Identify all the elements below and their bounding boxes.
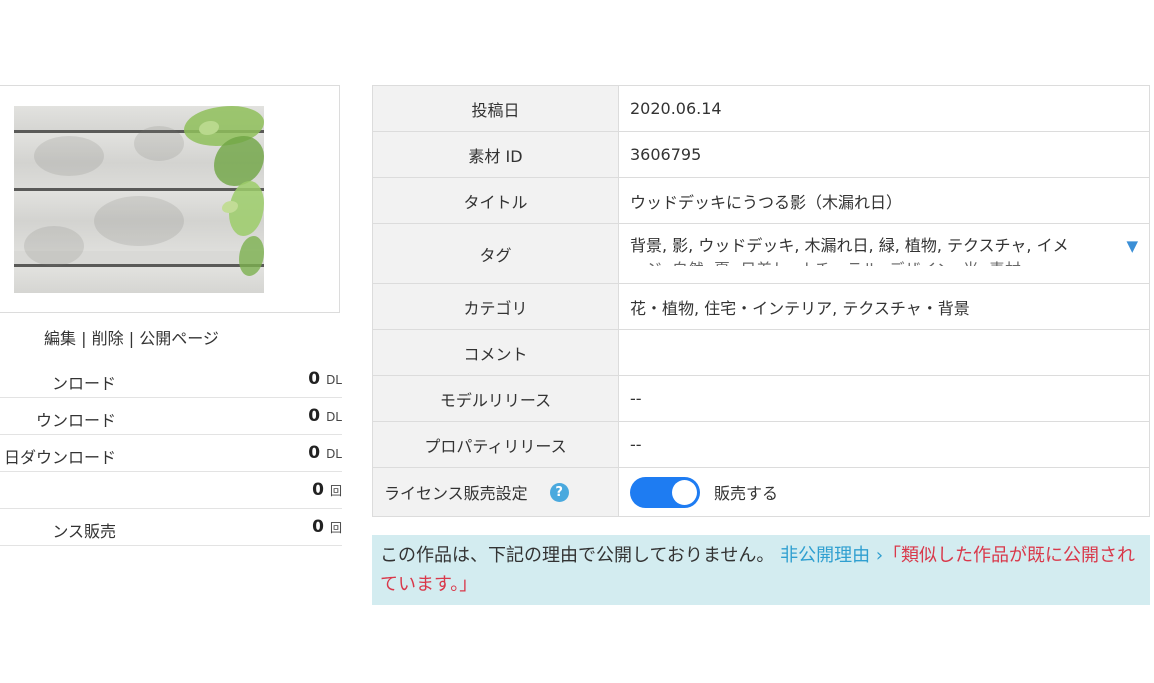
expand-tags-icon[interactable]: ▼ bbox=[1126, 237, 1138, 255]
category-value: 花・植物, 住宅・インテリア, テクスチャ・背景 bbox=[618, 283, 1150, 330]
property-release-value: -- bbox=[618, 421, 1150, 468]
private-notice: この作品は、下記の理由で公開しておりません。 非公開理由 ›「類似した作品が既に… bbox=[372, 535, 1150, 605]
private-reason-link[interactable]: 非公開理由 › bbox=[780, 545, 883, 566]
help-icon[interactable]: ? bbox=[549, 482, 569, 502]
delete-link[interactable]: 削除 bbox=[92, 329, 124, 348]
model-release-row: モデルリリース -- bbox=[372, 375, 1150, 422]
stat-row: ンス販売 0回 bbox=[0, 509, 342, 546]
stat-value: 0 bbox=[312, 480, 324, 500]
tags-value: 背景, 影, ウッドデッキ, 木漏れ日, 緑, 植物, テクスチャ, イメ bbox=[630, 236, 1069, 255]
model-release-label: モデルリリース bbox=[372, 375, 619, 422]
stats-list: ンロード 0 DL ウンロード 0 DL 日ダウンロード 0 DL 0回 ンス販売 0… bbox=[0, 361, 342, 546]
license-row: ライセンス販売設定? 販売する bbox=[372, 467, 1150, 517]
material-id-row: 素材 ID 3606795 bbox=[372, 131, 1150, 178]
post-date-label: 投稿日 bbox=[372, 85, 619, 132]
stat-row: ウンロード 0 DL bbox=[0, 398, 342, 435]
stat-value: 0 bbox=[308, 406, 321, 426]
license-label-cell: ライセンス販売設定? bbox=[372, 467, 619, 517]
title-label: タイトル bbox=[372, 177, 619, 224]
stat-unit: DL bbox=[326, 447, 342, 461]
material-id-label: 素材 ID bbox=[372, 131, 619, 178]
category-row: カテゴリ 花・植物, 住宅・インテリア, テクスチャ・背景 bbox=[372, 283, 1150, 330]
tags-overflow: ージ, 自然, 夏, 日差し, ナチュラル, デザイン, 光, 素材 bbox=[630, 258, 1100, 266]
stat-value: 0 bbox=[308, 443, 321, 463]
category-label: カテゴリ bbox=[372, 283, 619, 330]
toggle-label: 販売する bbox=[714, 484, 779, 503]
separator: | bbox=[81, 329, 87, 348]
tags-cell: 背景, 影, ウッドデッキ, 木漏れ日, 緑, 植物, テクスチャ, イメ ージ… bbox=[618, 223, 1150, 284]
item-actions: 編集 | 削除 | 公開ページ bbox=[44, 325, 219, 349]
stat-value: 0 bbox=[312, 517, 324, 537]
material-thumbnail[interactable] bbox=[14, 106, 264, 293]
stat-label: ンロード bbox=[51, 374, 116, 393]
stat-row: 0回 bbox=[0, 472, 342, 509]
stat-unit: 回 bbox=[329, 521, 342, 535]
tags-label: タグ bbox=[372, 223, 619, 284]
property-release-label: プロパティリリース bbox=[372, 421, 619, 468]
public-page-link[interactable]: 公開ページ bbox=[139, 329, 219, 348]
stat-label: ンス販売 bbox=[52, 522, 116, 541]
stat-row: ンロード 0 DL bbox=[0, 361, 342, 398]
material-info-table: 投稿日 2020.06.14 素材 ID 3606795 タイトル ウッドデッキ… bbox=[372, 85, 1150, 517]
stat-row: 日ダウンロード 0 DL bbox=[0, 435, 342, 472]
stat-label: ウンロード bbox=[35, 411, 116, 430]
edit-link[interactable]: 編集 bbox=[44, 329, 76, 348]
separator: | bbox=[128, 329, 135, 348]
post-date-value: 2020.06.14 bbox=[618, 85, 1150, 132]
license-label: ライセンス販売設定 bbox=[384, 484, 528, 503]
title-value: ウッドデッキにうつる影（木漏れ日） bbox=[618, 177, 1150, 224]
property-release-row: プロパティリリース -- bbox=[372, 421, 1150, 468]
model-release-value: -- bbox=[618, 375, 1150, 422]
comment-label: コメント bbox=[372, 329, 619, 376]
post-date-row: 投稿日 2020.06.14 bbox=[372, 85, 1150, 132]
comment-row: コメント bbox=[372, 329, 1150, 376]
license-sale-toggle[interactable] bbox=[630, 476, 700, 508]
license-setting-cell: 販売する bbox=[618, 467, 1150, 517]
stat-unit: DL bbox=[326, 410, 342, 424]
notice-message: この作品は、下記の理由で公開しておりません。 bbox=[380, 545, 775, 566]
tags-row: タグ 背景, 影, ウッドデッキ, 木漏れ日, 緑, 植物, テクスチャ, イメ… bbox=[372, 223, 1150, 284]
stat-label: 日ダウンロード bbox=[3, 448, 116, 467]
comment-value bbox=[618, 329, 1150, 376]
toggle-knob bbox=[672, 479, 697, 505]
stat-unit: DL bbox=[326, 373, 342, 387]
material-id-value: 3606795 bbox=[618, 131, 1150, 178]
title-row: タイトル ウッドデッキにうつる影（木漏れ日） bbox=[372, 177, 1150, 224]
stat-value: 0 bbox=[308, 369, 321, 389]
stat-unit: 回 bbox=[329, 484, 342, 498]
thumbnail-frame bbox=[0, 85, 340, 313]
